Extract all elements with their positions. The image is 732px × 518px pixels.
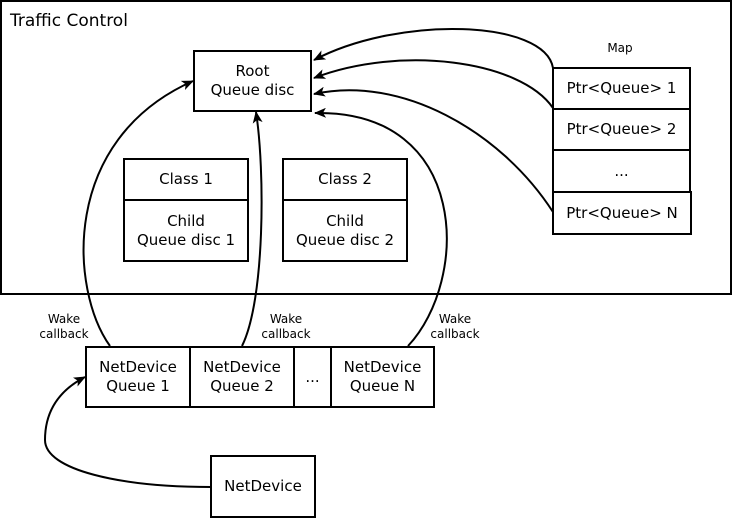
arrow-map1-to-root (313, 28, 554, 69)
ndq2-line2: Queue 2 (210, 377, 274, 395)
map-entry-ellipsis: ... (552, 149, 691, 193)
child-1-line2: Queue disc 1 (136, 230, 236, 249)
map-label: Map (607, 41, 633, 55)
child-queue-disc-2: Child Queue disc 2 (282, 199, 408, 262)
map-entry-2: Ptr<Queue> 2 (552, 108, 691, 151)
netdevice-queue-n: NetDevice Queue N (330, 346, 435, 408)
ndq1-line1: NetDevice (99, 358, 177, 376)
class-1: Class 1 (123, 158, 249, 201)
class-2-label: Class 2 (318, 170, 372, 188)
ndqn-line1: NetDevice (343, 358, 422, 376)
child-2-line2: Queue disc 2 (295, 230, 395, 249)
netdevice-queue-2: NetDevice Queue 2 (189, 346, 295, 408)
ndq1-line2: Queue 1 (106, 377, 170, 395)
map-entry-ellipsis-label: ... (614, 161, 629, 180)
map-entry-2-label: Ptr<Queue> 2 (566, 120, 677, 138)
wake-2-line1: Wake (269, 312, 303, 326)
child-2-line1: Child (326, 211, 364, 230)
child-queue-disc-1: Child Queue disc 1 (123, 199, 249, 262)
class-2: Class 2 (282, 158, 408, 201)
wake-n-line1: Wake (438, 312, 472, 326)
arrow-map2-to-root (313, 59, 554, 109)
wake-callback-label-n: Wake callback (425, 312, 485, 342)
wake-n-line2: callback (430, 327, 480, 341)
map-entry-1: Ptr<Queue> 1 (552, 67, 691, 110)
netdevice: NetDevice (210, 455, 316, 518)
netdevice-queue-ellipsis: ... (293, 346, 332, 408)
root-queue-disc: Root Queue disc (193, 50, 312, 112)
ndq2-line1: NetDevice (203, 358, 281, 376)
map-entry-n: Ptr<Queue> N (552, 191, 692, 235)
root-line1: Root (235, 62, 270, 80)
root-line2: Queue disc (210, 81, 295, 99)
ndqn-line2: Queue N (349, 377, 416, 395)
ndq-ellipsis-label: ... (305, 367, 320, 386)
class-1-label: Class 1 (159, 170, 213, 188)
wake-2-line2: callback (261, 327, 311, 341)
wake-callback-label-1: Wake callback (34, 312, 94, 342)
netdevice-queue-1: NetDevice Queue 1 (85, 346, 191, 408)
wake-callback-label-2: Wake callback (256, 312, 316, 342)
wake-1-line2: callback (39, 327, 89, 341)
wake-1-line1: Wake (47, 312, 81, 326)
map-entry-n-label: Ptr<Queue> N (566, 203, 678, 222)
child-1-line1: Child (167, 211, 205, 230)
map-entry-1-label: Ptr<Queue> 1 (566, 79, 677, 97)
netdevice-label: NetDevice (224, 477, 302, 495)
